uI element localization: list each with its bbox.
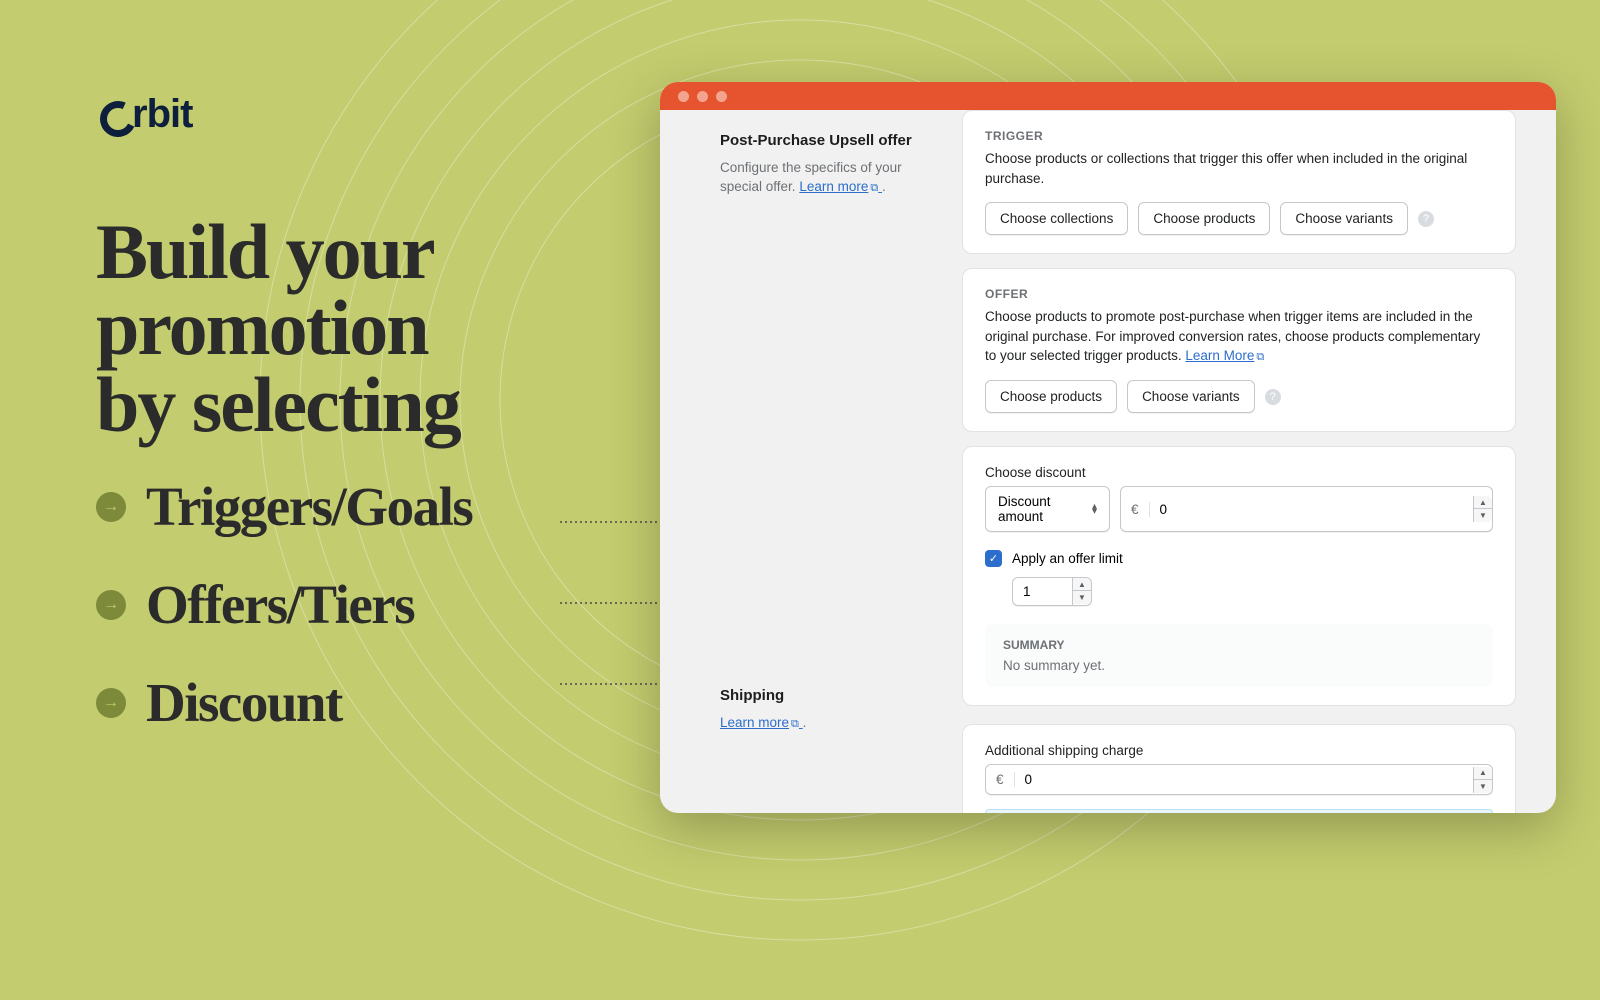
choose-variants-button[interactable]: Choose variants (1280, 202, 1408, 235)
bullet-discount: → Discount (96, 671, 472, 734)
number-spinner[interactable]: ▲▼ (1473, 496, 1492, 522)
external-link-icon: ⧉ (870, 181, 878, 196)
bullet-offers: → Offers/Tiers (96, 573, 472, 636)
card-label: OFFER (985, 287, 1493, 301)
external-link-icon: ⧉ (791, 717, 799, 732)
sidebar-description: Configure the specifics of your special … (720, 159, 920, 197)
logo-text: rbit (132, 92, 192, 137)
summary-text: No summary yet. (1003, 658, 1475, 673)
currency-prefix: € (1121, 502, 1150, 517)
number-spinner[interactable]: ▲▼ (1473, 767, 1492, 793)
sidebar-title: Post-Purchase Upsell offer (720, 132, 920, 149)
summary-box: SUMMARY No summary yet. (985, 624, 1493, 687)
bullet-list: → Triggers/Goals → Offers/Tiers → Discou… (96, 475, 472, 734)
currency-prefix: € (986, 772, 1015, 787)
caret-icon: ▴▾ (1092, 504, 1097, 514)
headline-line: promotion (96, 290, 460, 366)
offer-limit-checkbox[interactable]: ✓ (985, 550, 1002, 567)
window-close-icon[interactable] (678, 91, 689, 102)
discount-amount-input[interactable]: € 0 ▲▼ (1120, 486, 1493, 532)
headline-line: by selecting (96, 367, 460, 443)
card-label: TRIGGER (985, 129, 1493, 143)
bullet-triggers: → Triggers/Goals (96, 475, 472, 538)
shipping-learn-more-link[interactable]: Learn more⧉ (720, 715, 803, 730)
window-titlebar (660, 82, 1556, 110)
discount-type-select[interactable]: Discount amount ▴▾ (985, 486, 1110, 532)
learn-more-link[interactable]: Learn more⧉ (799, 179, 882, 194)
discount-label: Choose discount (985, 465, 1493, 480)
offer-limit-label: Apply an offer limit (1012, 551, 1123, 566)
arrow-right-icon: → (96, 688, 126, 718)
choose-collections-button[interactable]: Choose collections (985, 202, 1128, 235)
external-link-icon: ⧉ (1256, 350, 1264, 366)
trigger-card: TRIGGER Choose products or collections t… (962, 110, 1516, 254)
shipping-amount-input[interactable]: € 0 ▲▼ (985, 764, 1493, 795)
window-maximize-icon[interactable] (716, 91, 727, 102)
bullet-label: Triggers/Goals (146, 475, 472, 538)
card-description: Choose products or collections that trig… (985, 149, 1493, 188)
shipping-title: Shipping (720, 687, 920, 704)
summary-label: SUMMARY (1003, 638, 1475, 652)
offer-limit-input[interactable]: 1 ▲▼ (1012, 577, 1092, 606)
offer-learn-more-link[interactable]: Learn More⧉ (1185, 348, 1264, 363)
bullet-label: Offers/Tiers (146, 573, 414, 636)
arrow-right-icon: → (96, 590, 126, 620)
shipping-card: Additional shipping charge € 0 ▲▼ (962, 724, 1516, 813)
discount-card: Choose discount Discount amount ▴▾ € 0 ▲… (962, 446, 1516, 706)
shipping-field-label: Additional shipping charge (985, 743, 1493, 758)
sidebar: Post-Purchase Upsell offer Configure the… (660, 110, 938, 813)
offer-card: OFFER Choose products to promote post-pu… (962, 268, 1516, 432)
number-spinner[interactable]: ▲▼ (1072, 578, 1091, 605)
headline-line: Build your (96, 214, 460, 290)
brand-logo: rbit (100, 92, 192, 137)
card-description: Choose products to promote post-purchase… (985, 307, 1493, 366)
app-window: Post-Purchase Upsell offer Configure the… (660, 82, 1556, 813)
arrow-right-icon: → (96, 492, 126, 522)
offer-choose-products-button[interactable]: Choose products (985, 380, 1117, 413)
info-banner (985, 809, 1493, 813)
headline: Build your promotion by selecting (96, 214, 460, 443)
window-minimize-icon[interactable] (697, 91, 708, 102)
choose-products-button[interactable]: Choose products (1138, 202, 1270, 235)
main-content: TRIGGER Choose products or collections t… (938, 110, 1556, 813)
help-icon[interactable]: ? (1418, 211, 1434, 227)
offer-choose-variants-button[interactable]: Choose variants (1127, 380, 1255, 413)
bullet-label: Discount (146, 671, 342, 734)
help-icon[interactable]: ? (1265, 389, 1281, 405)
